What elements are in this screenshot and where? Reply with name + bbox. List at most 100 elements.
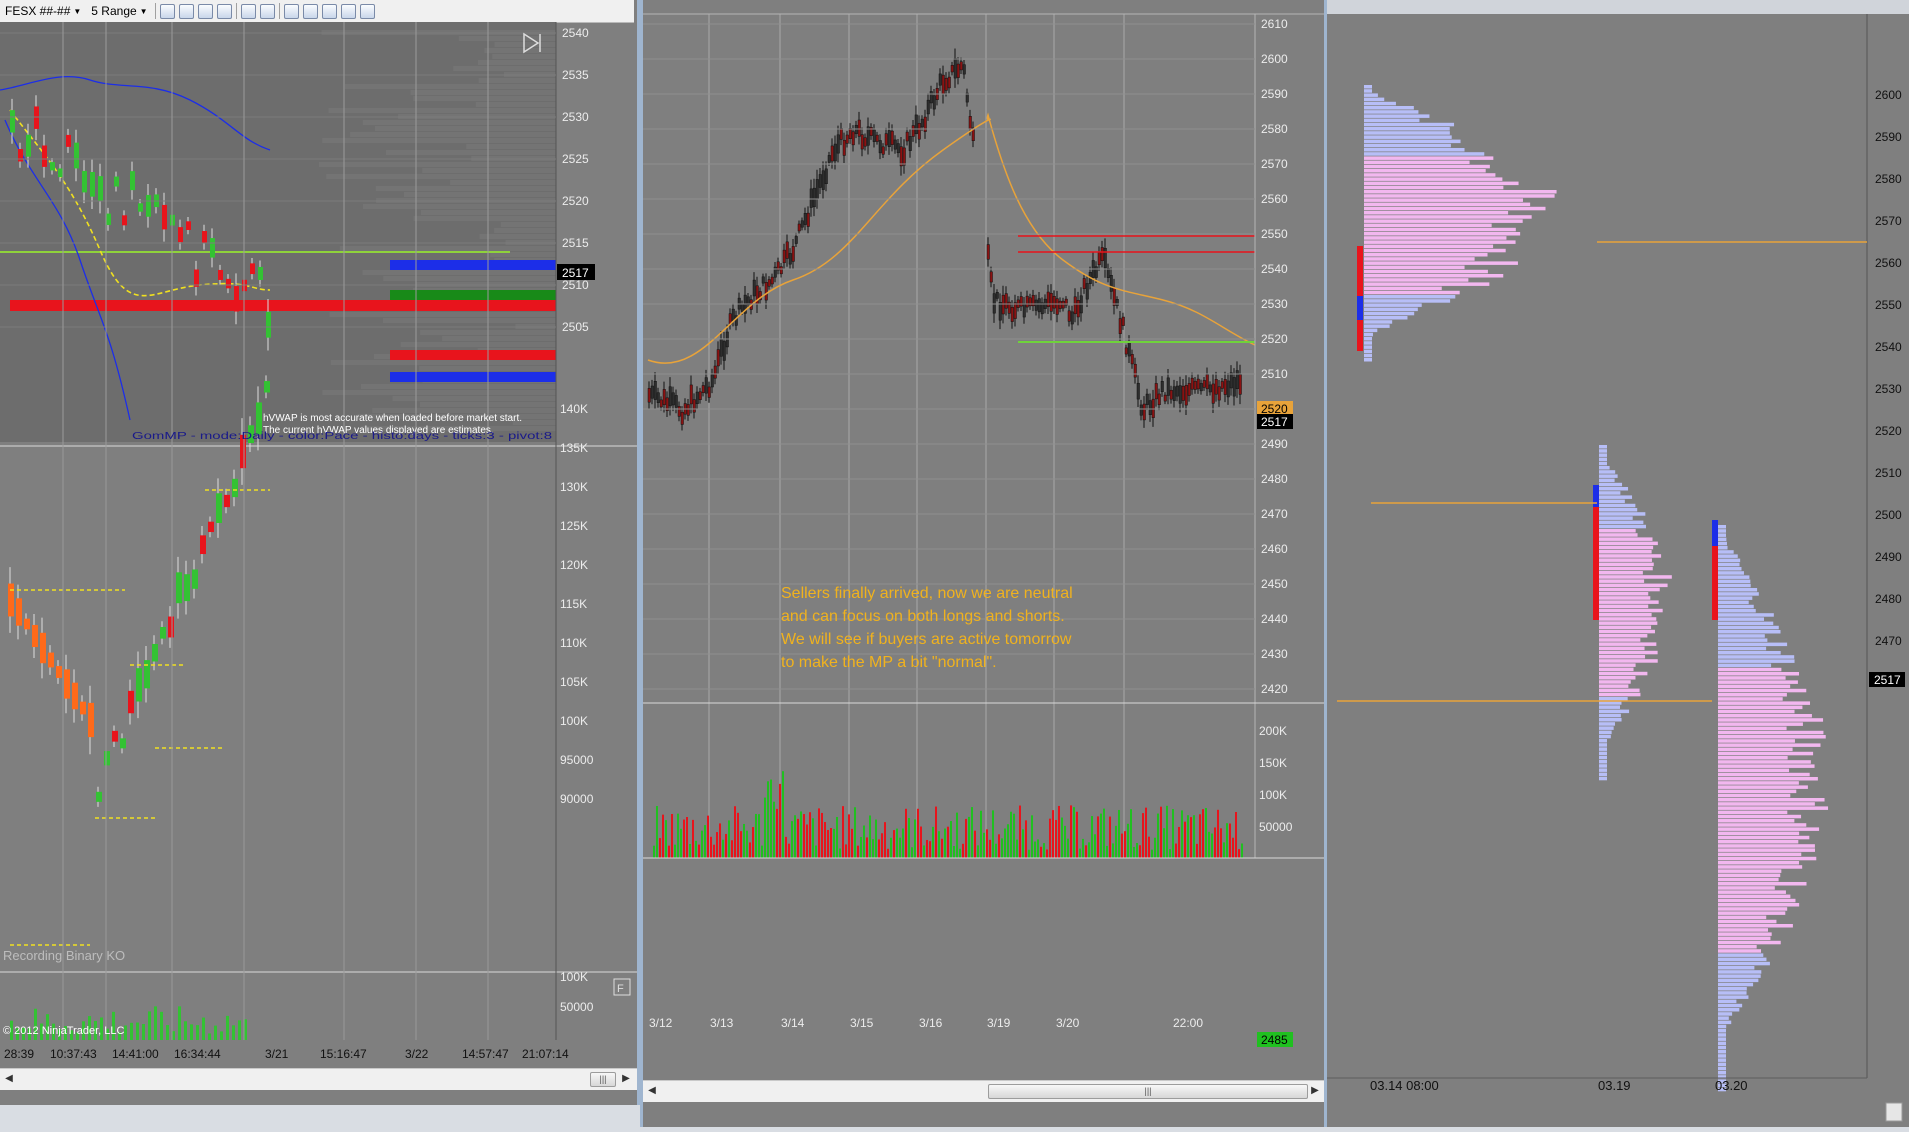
price-tick: 2540 [1261,262,1288,276]
tpo-profiles [1337,85,1867,1092]
svg-text:2517: 2517 [1261,415,1288,429]
volume-tick: 110K [560,636,587,650]
volume-tick: 150K [1259,756,1287,770]
svg-text:and can focus on both longs an: and can focus on both longs and shorts. [781,608,1065,625]
horizontal-scrollbar[interactable]: ◀ ||| ▶ [643,1080,1324,1102]
date-label: 3/12 [649,1016,673,1030]
volume-tick: 50000 [1259,820,1293,834]
resize-grip[interactable] [1885,1102,1903,1122]
date-axis: 3/12 3/13 3/14 3/15 3/16 3/19 3/20 22:00 [649,1016,1203,1030]
time-label: 14:41:00 [112,1047,159,1061]
date-label: 3/19 [987,1016,1011,1030]
volume-candles [8,375,270,946]
volume-tick: 130K [560,480,588,494]
price-tick: 2470 [1261,507,1288,521]
price-tick: 2430 [1261,647,1288,661]
svg-text:Sellers finally arrived, now w: Sellers finally arrived, now we are neut… [781,585,1073,602]
volume-tick: 90000 [560,792,594,806]
price-tick: 2490 [1875,550,1902,564]
volume-tick: 120K [560,558,588,572]
price-tick: 2500 [1875,508,1902,522]
price-tick: 2520 [1875,424,1902,438]
daily-price-chart: 2610 2600 2590 2580 2570 2560 2550 2540 2530 2520… [643,13,1324,1047]
volume-tick: 100K [560,970,588,984]
price-tick: 2510 [562,278,589,292]
time-label: 3/22 [405,1047,429,1061]
volume-tick: 115K [560,597,587,611]
price-tick: 2540 [1875,340,1902,354]
time-label: 21:07:14 [522,1047,569,1061]
price-tick: 2510 [1875,466,1902,480]
svg-text:to make the MP a bit "normal".: to make the MP a bit "normal". [781,654,997,671]
price-tick: 2580 [1261,122,1288,136]
recording-label: Recording Binary KO [3,948,125,963]
price-tick: 2530 [562,110,589,124]
date-label: 3/20 [1056,1016,1080,1030]
price-tick: 2560 [1875,256,1902,270]
price-tick: 2440 [1261,612,1288,626]
time-label: 14:57:47 [462,1047,509,1061]
price-tick: 2510 [1261,367,1288,381]
price-tick: 2550 [1261,227,1288,241]
scroll-thumb[interactable]: ||| [988,1084,1308,1099]
date-label: 3/14 [781,1016,805,1030]
price-tick: 2530 [1875,382,1902,396]
volume-tick: 135K [560,441,588,455]
time-axis: 28:39 10:37:43 14:41:00 16:34:44 3/21 15:16:4… [4,1047,569,1061]
hvwap-note: hVWAP is most accurate when loaded befor… [263,413,522,424]
price-tick: 2450 [1261,577,1288,591]
price-tick: 2490 [1261,437,1288,451]
price-tick: 2600 [1875,88,1902,102]
price-tick: 2540 [562,26,589,40]
copyright-label: © 2012 NinjaTrader, LLC [3,1025,124,1037]
svg-text:2520: 2520 [1261,402,1288,416]
volume-tick: 200K [1259,724,1287,738]
volume-tick: 140K [560,402,588,416]
price-tick: 2460 [1261,542,1288,556]
price-tick: 2550 [1875,298,1902,312]
time-label: 28:39 [4,1047,34,1061]
price-marker-label: 2517 [1874,673,1901,687]
scroll-left-icon[interactable]: ◀ [2,1072,16,1086]
scroll-thumb[interactable]: ||| [590,1072,616,1087]
time-label: 3/21 [265,1047,289,1061]
date-label: 3/15 [850,1016,874,1030]
time-label: 10:37:43 [50,1047,97,1061]
volume-tick: 100K [560,714,588,728]
expand-panel-icon[interactable]: F [613,978,631,996]
price-tick: 2470 [1875,634,1902,648]
price-axis: 2610 2600 2590 2580 2570 2560 2550 2540 2530 2520… [643,13,1324,858]
scroll-right-icon[interactable]: ▶ [619,1072,633,1086]
price-tick: 2610 [1261,17,1288,31]
price-tick: 2535 [562,68,589,82]
volume-tick: 95000 [560,753,594,767]
scroll-left-icon[interactable]: ◀ [645,1084,659,1098]
price-tick: 2600 [1261,52,1288,66]
price-tick: 2480 [1261,472,1288,486]
date-label: 22:00 [1173,1016,1203,1030]
volume-tick: 125K [560,519,588,533]
date-label: 03.14 08:00 [1370,1078,1439,1093]
price-candles [647,48,1256,431]
date-label: 3/13 [710,1016,734,1030]
svg-text:2517: 2517 [562,266,589,280]
price-tick: 2520 [1261,332,1288,346]
time-label: 16:34:44 [174,1047,221,1061]
market-profile-window: 2600 2590 2580 2570 2560 2550 2540 2530 2520 2510… [1327,0,1909,1127]
price-tick: 2580 [1875,172,1902,186]
price-tick: 2505 [562,320,589,334]
price-tick: 2530 [1261,297,1288,311]
horizontal-scrollbar[interactable]: ◀ ||| ▶ [0,1068,637,1090]
price-tick: 2560 [1261,192,1288,206]
price-tick: 2525 [562,152,589,166]
time-label: 15:16:47 [320,1047,367,1061]
annotation-text: Sellers finally arrived, now we are neut… [781,585,1073,671]
indicator-label: GomMP - mode:Daily - color:Pace - histo:… [132,431,553,442]
price-tick: 2480 [1875,592,1902,606]
price-tick: 2420 [1261,682,1288,696]
price-tick: 2570 [1261,157,1288,171]
market-profile-chart: 2600 2590 2580 2570 2560 2550 2540 2530 2520 2510… [1327,0,1909,1127]
date-label: 3/16 [919,1016,943,1030]
date-label: 03.20 [1715,1078,1748,1093]
scroll-right-icon[interactable]: ▶ [1308,1084,1322,1098]
